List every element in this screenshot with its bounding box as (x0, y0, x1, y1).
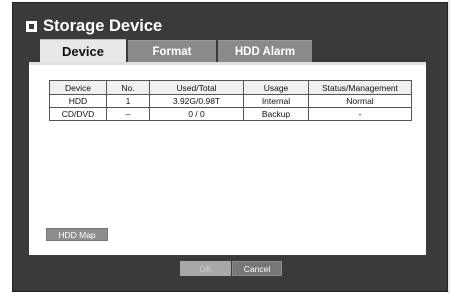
table-row[interactable]: CD/DVD – 0 / 0 Backup - (49, 107, 412, 121)
hdd-map-button[interactable]: HDD Map (46, 228, 108, 241)
column-header-device: Device (49, 80, 107, 95)
cell-usage: Internal (243, 94, 309, 108)
cancel-button[interactable]: Cancel (232, 261, 282, 276)
cell-used-total: 0 / 0 (149, 107, 244, 121)
tab-format[interactable]: Format (128, 40, 216, 62)
cell-no: – (106, 107, 150, 121)
cell-used-total: 3.92G/0.98T (149, 94, 244, 108)
dialog-title: Storage Device (26, 15, 162, 37)
cell-device: CD/DVD (49, 107, 107, 121)
cell-device: HDD (49, 94, 107, 108)
column-header-usage: Usage (243, 80, 309, 95)
ok-button[interactable]: OK (180, 261, 231, 276)
tab-hdd-alarm-label: HDD Alarm (234, 45, 296, 58)
cell-no: 1 (106, 94, 150, 108)
cell-status: Normal (308, 94, 412, 108)
storage-icon (26, 20, 37, 32)
column-header-status: Status/Management (308, 80, 412, 95)
tab-format-label: Format (152, 45, 192, 58)
tab-device-label: Device (62, 44, 104, 59)
column-header-used-total: Used/Total (149, 80, 244, 95)
dialog-title-text: Storage Device (43, 16, 163, 35)
cell-status: - (308, 107, 412, 121)
table-header-row: Device No. Used/Total Usage Status/Manag… (49, 80, 412, 95)
cell-usage: Backup (243, 107, 309, 121)
device-table: Device No. Used/Total Usage Status/Manag… (49, 80, 412, 121)
tab-device[interactable]: Device (40, 39, 126, 63)
tab-hdd-alarm[interactable]: HDD Alarm (218, 40, 312, 62)
column-header-no: No. (106, 80, 150, 95)
table-row[interactable]: HDD 1 3.92G/0.98T Internal Normal (49, 94, 412, 108)
